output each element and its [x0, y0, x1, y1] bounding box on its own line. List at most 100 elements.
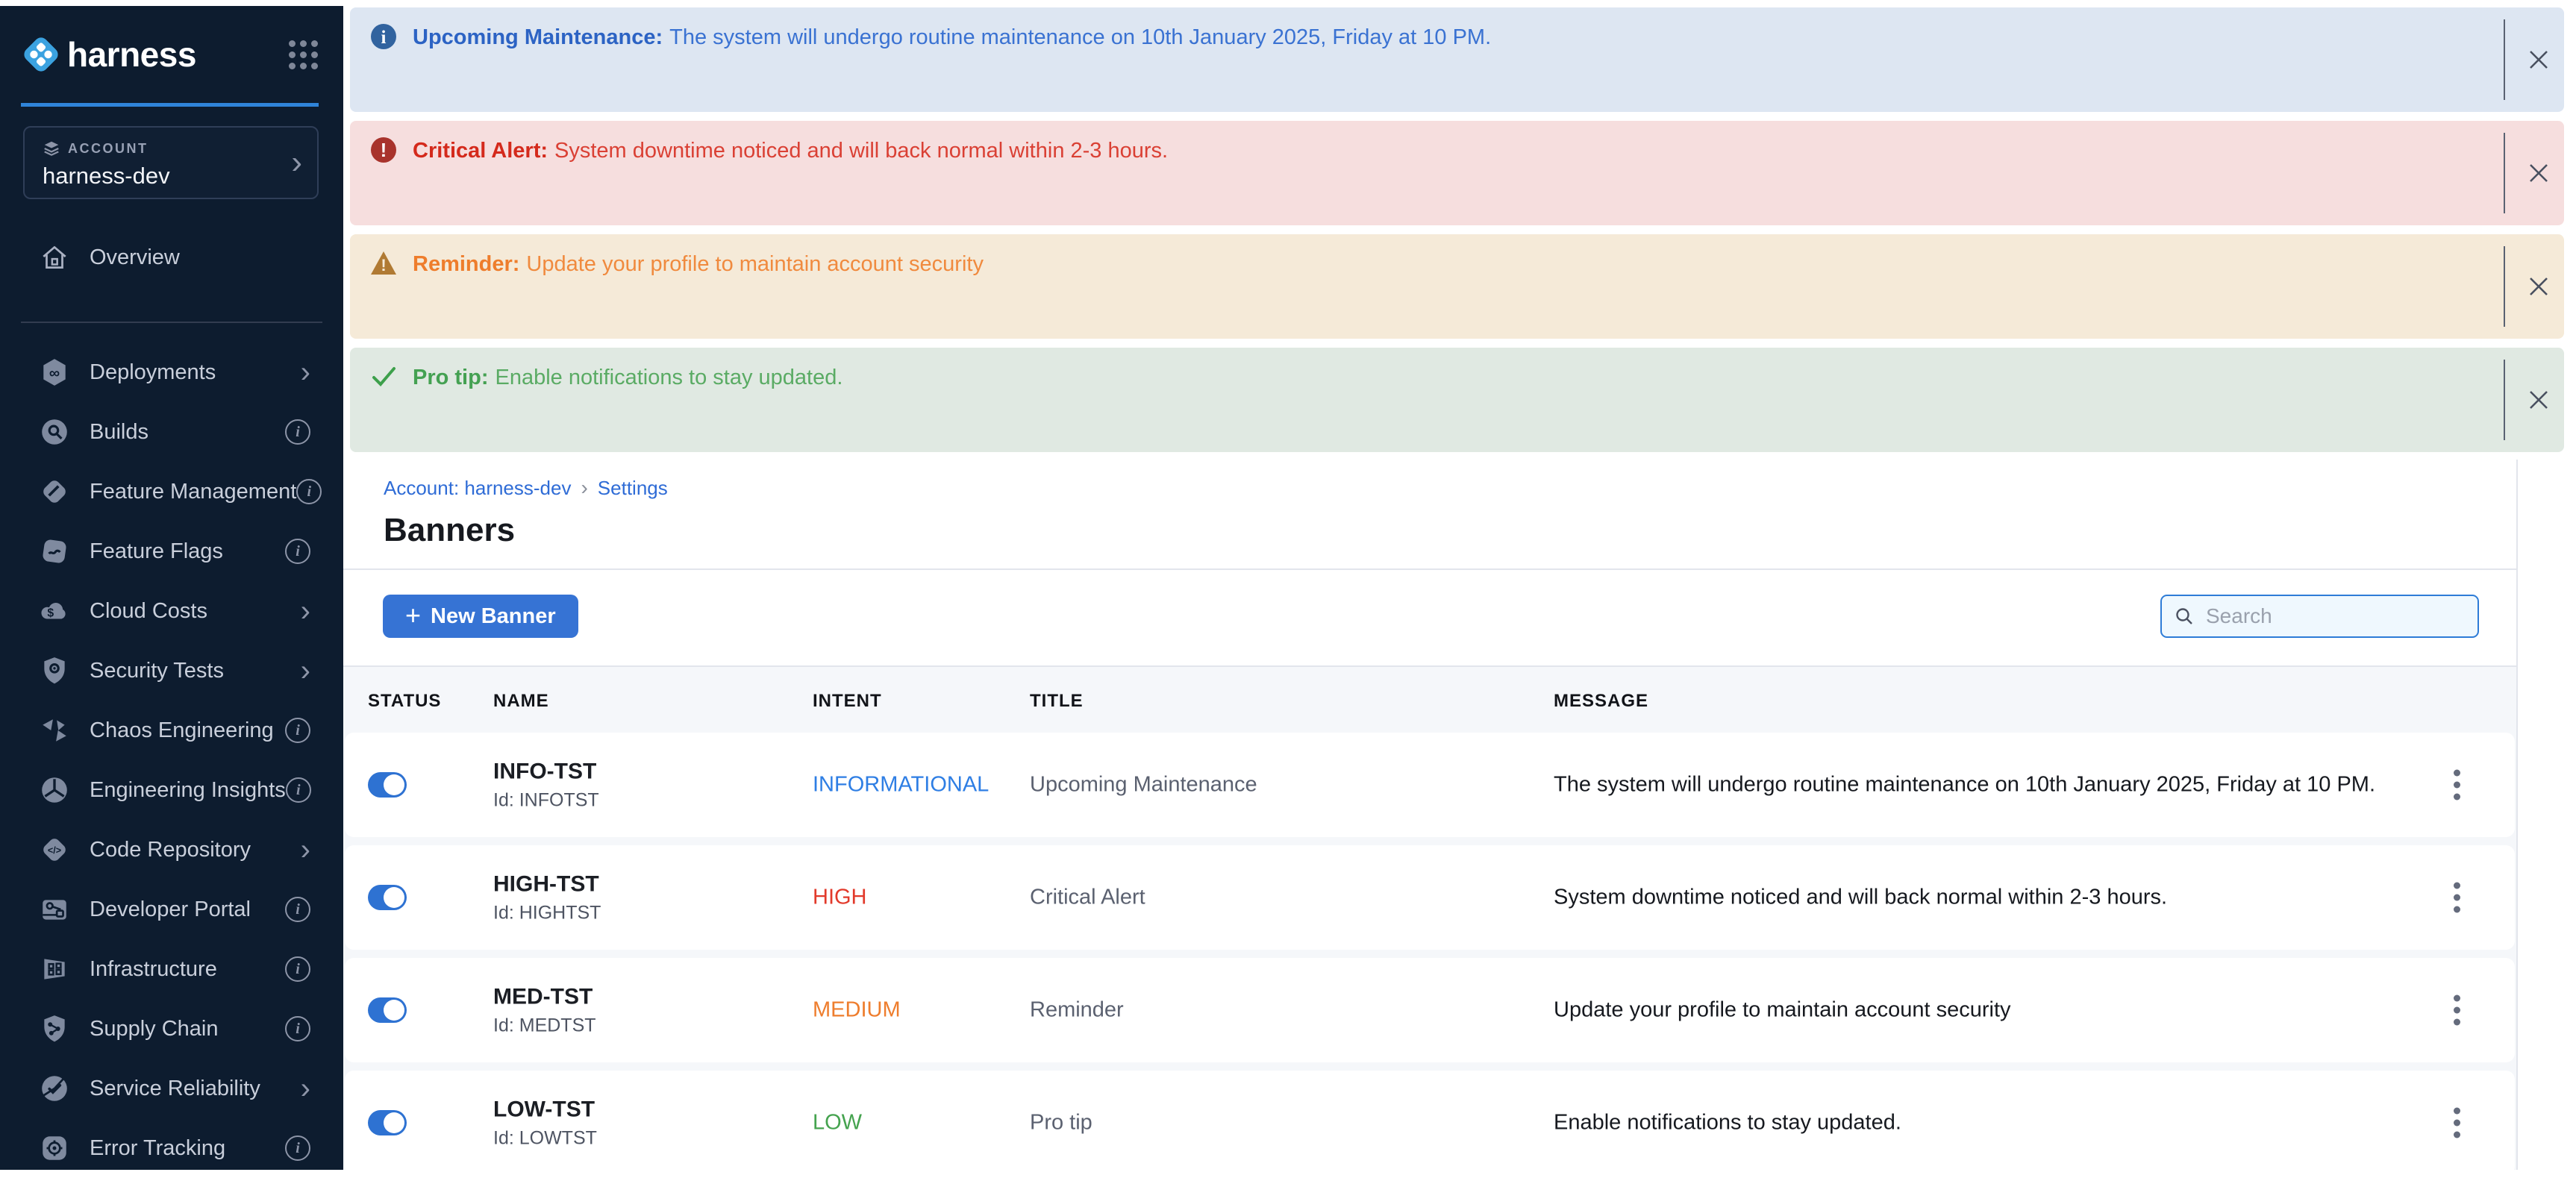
status-toggle[interactable]: [368, 885, 407, 910]
info-icon[interactable]: [285, 1016, 310, 1041]
harness-logo-text: harness: [67, 34, 196, 75]
info-icon[interactable]: [285, 897, 310, 922]
banner-id: Id: INFOTST: [493, 789, 599, 812]
sidebar-item-infrastructure[interactable]: Infrastructure: [0, 939, 343, 999]
banner-title: Reminder: [1030, 998, 1124, 1023]
sidebar-item-label: Feature Management: [90, 480, 296, 504]
banner-critical: ! Critical Alert:System downtime noticed…: [350, 121, 2564, 225]
banner-name: HIGH-TST: [493, 871, 601, 898]
banner-title: Critical Alert: [1030, 886, 1145, 910]
chevron-right-icon: [301, 596, 310, 626]
warning-triangle-icon: !: [369, 249, 398, 278]
new-banner-button[interactable]: + New Banner: [383, 595, 578, 638]
sidebar-item-label: Cloud Costs: [90, 599, 207, 624]
close-icon: [2527, 48, 2551, 72]
breadcrumb-account-link[interactable]: Account: harness-dev: [384, 477, 571, 500]
sidebar-item-supply-chain[interactable]: Supply Chain: [0, 999, 343, 1059]
banner-separator: [2504, 246, 2505, 327]
sidebar-divider: [21, 322, 322, 323]
svg-text:!: !: [381, 256, 386, 275]
banners-table: STATUS NAME INTENT TITLE MESSAGE INFO-TS…: [343, 665, 2516, 1170]
close-icon: [2527, 161, 2551, 185]
sidebar-item-overview[interactable]: Overview: [0, 228, 343, 287]
banner-message-cell: System downtime noticed and will back no…: [1554, 886, 2167, 910]
row-menu-button[interactable]: [2449, 765, 2465, 805]
sidebar-item-service-reliability[interactable]: Service Reliability: [0, 1059, 343, 1118]
banner-warning: ! Reminder:Update your profile to mainta…: [350, 234, 2564, 339]
sidebar: harness ACCOUNT harness-dev › Overview: [0, 6, 343, 1170]
info-icon[interactable]: [296, 479, 322, 504]
logo-underline: [21, 103, 319, 107]
svg-text:$: $: [47, 607, 54, 619]
table-row: MED-TST Id: MEDTST MEDIUM Reminder Updat…: [345, 958, 2515, 1062]
sidebar-item-developer-portal[interactable]: Developer Portal: [0, 880, 343, 939]
banner-name: MED-TST: [493, 984, 596, 1011]
account-name: harness-dev: [43, 163, 317, 189]
banner-id: Id: LOWTST: [493, 1127, 597, 1150]
banner-close-button[interactable]: [2525, 160, 2552, 187]
breadcrumb-settings-link[interactable]: Settings: [598, 477, 668, 500]
chevron-right-icon: [301, 835, 310, 865]
column-header-intent: INTENT: [813, 691, 882, 712]
sidebar-item-engineering-insights[interactable]: Engineering Insights: [0, 760, 343, 820]
toggle-knob: [384, 887, 404, 908]
row-menu-button[interactable]: [2449, 991, 2465, 1030]
info-icon[interactable]: [285, 956, 310, 982]
deployments-icon: ∞: [39, 357, 70, 388]
banner-id: Id: HIGHTST: [493, 902, 601, 924]
sidebar-item-error-tracking[interactable]: Error Tracking: [0, 1118, 343, 1178]
banner-close-button[interactable]: [2525, 46, 2552, 73]
info-circle-icon: i: [369, 22, 398, 51]
sidebar-item-chaos-engineering[interactable]: Chaos Engineering: [0, 701, 343, 760]
sidebar-item-cloud-costs[interactable]: $ Cloud Costs: [0, 581, 343, 641]
module-grid-icon[interactable]: [289, 40, 318, 69]
info-icon[interactable]: [285, 419, 310, 445]
sidebar-item-label: Engineering Insights: [90, 778, 286, 803]
search-box: [2160, 595, 2479, 638]
banner-close-button[interactable]: [2525, 273, 2552, 300]
banner-close-button[interactable]: [2525, 386, 2552, 413]
breadcrumb-separator: ›: [581, 476, 587, 500]
sidebar-item-label: Deployments: [90, 360, 216, 385]
breadcrumb: Account: harness-dev › Settings: [384, 476, 668, 500]
info-icon[interactable]: [285, 539, 310, 564]
new-banner-button-label: New Banner: [431, 604, 556, 629]
sidebar-item-label: Code Repository: [90, 838, 251, 862]
banner-name: LOW-TST: [493, 1097, 597, 1124]
engineering-insights-icon: [39, 774, 70, 806]
banner-separator: [2504, 360, 2505, 440]
content-right-border: [2516, 460, 2518, 1170]
sidebar-item-security-tests[interactable]: Security Tests: [0, 641, 343, 701]
sidebar-item-label: Builds: [90, 420, 149, 445]
builds-icon: [39, 416, 70, 448]
column-header-title: TITLE: [1030, 691, 1084, 712]
sidebar-item-feature-flags[interactable]: Feature Flags: [0, 521, 343, 581]
banner-name: INFO-TST: [493, 759, 599, 786]
info-icon[interactable]: [285, 1135, 310, 1161]
account-selector[interactable]: ACCOUNT harness-dev ›: [23, 126, 319, 199]
banner-message: The system will undergo routine maintena…: [669, 25, 1491, 49]
status-toggle[interactable]: [368, 772, 407, 798]
row-menu-button[interactable]: [2449, 1103, 2465, 1143]
toggle-knob: [384, 1000, 404, 1021]
svg-text:∞: ∞: [49, 365, 60, 381]
sidebar-item-label: Developer Portal: [90, 897, 251, 922]
status-toggle[interactable]: [368, 1110, 407, 1135]
sidebar-item-feature-management[interactable]: Feature Management: [0, 462, 343, 521]
chevron-right-icon: [301, 1074, 310, 1103]
sidebar-item-code-repository[interactable]: </> Code Repository: [0, 820, 343, 880]
harness-logo-icon: [21, 34, 61, 75]
row-menu-button[interactable]: [2449, 878, 2465, 918]
column-header-message: MESSAGE: [1554, 691, 1648, 712]
info-icon[interactable]: [285, 718, 310, 743]
feature-flags-icon: [39, 536, 70, 567]
sidebar-item-builds[interactable]: Builds: [0, 402, 343, 462]
banner-separator: [2504, 133, 2505, 213]
search-input[interactable]: [2204, 604, 2466, 629]
sidebar-item-deployments[interactable]: ∞ Deployments: [0, 342, 343, 402]
chevron-right-icon: [301, 357, 310, 387]
banner-message: System downtime noticed and will back no…: [554, 139, 1168, 163]
status-toggle[interactable]: [368, 997, 407, 1023]
info-icon[interactable]: [286, 777, 311, 803]
svg-text:</>: </>: [48, 845, 61, 856]
